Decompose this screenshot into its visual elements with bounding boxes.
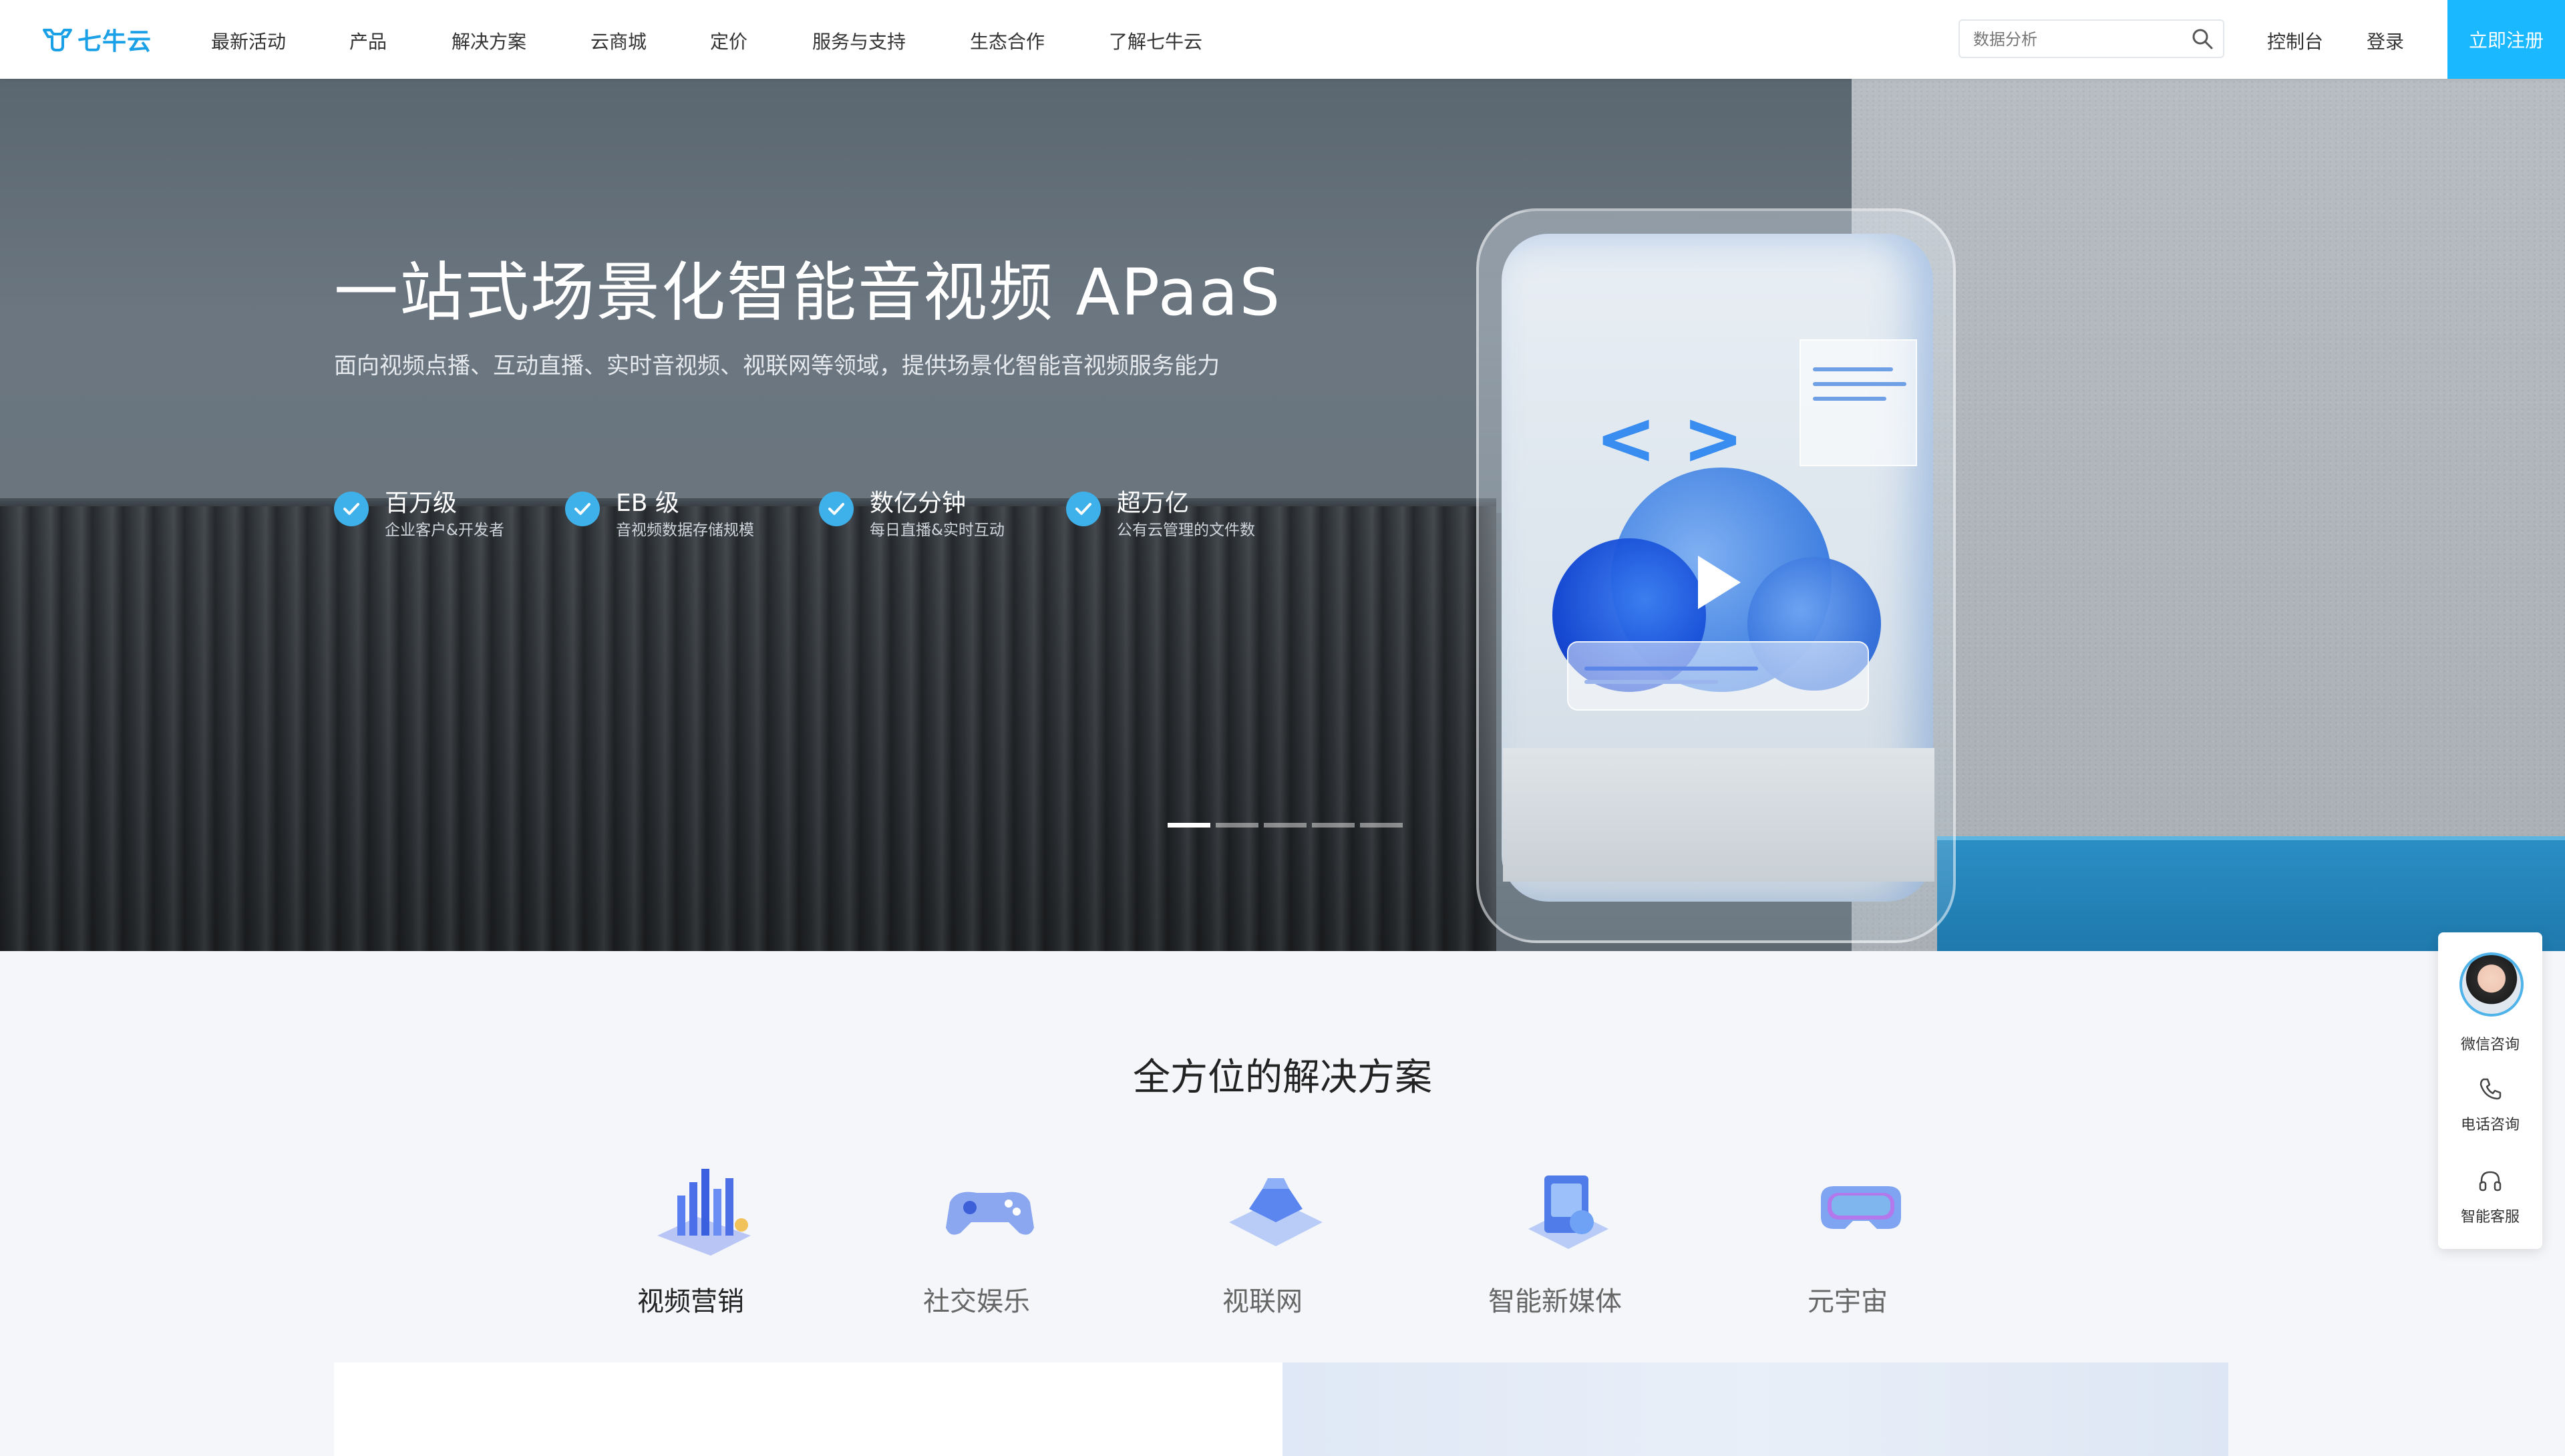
feature-title: 超万亿 [1117,490,1190,517]
smart-service-label[interactable]: 智能客服 [2438,1205,2542,1226]
car-iot-icon [1229,1178,1323,1246]
feature-desc: 企业客户&开发者 [385,522,504,539]
carousel-dot[interactable] [1168,823,1210,828]
search-input[interactable] [1972,21,2188,58]
nav-latest-activities[interactable]: 最新活动 [211,27,286,54]
check-icon [819,492,854,526]
nav-cloud-market[interactable]: 云商城 [590,27,647,54]
hero-subtitle: 面向视频点播、互动直播、实时音视频、视联网等领域，提供场景化智能音视频服务能力 [334,353,1220,379]
headset-icon[interactable] [2477,1167,2504,1194]
nav-about[interactable]: 了解七牛云 [1109,27,1202,54]
consult-float-panel: 微信咨询 电话咨询 智能客服 [2438,932,2542,1249]
qiniu-logo[interactable]: 七牛云 [41,24,152,55]
solution-label: 智能新媒体 [1488,1286,1622,1317]
solution-tab-video-marketing[interactable]: 视频营销 [604,1155,778,1329]
nav-products[interactable]: 产品 [349,27,387,54]
solution-tab-metaverse[interactable]: 元宇宙 [1761,1155,1934,1329]
nav-solutions[interactable]: 解决方案 [452,27,526,54]
check-icon [1066,492,1101,526]
video-marketing-icon [657,1169,751,1256]
smart-media-icon [1528,1175,1608,1249]
solution-tab-social-entertainment[interactable]: 社交娱乐 [890,1155,1063,1329]
wechat-consult-label[interactable]: 微信咨询 [2438,1033,2542,1054]
feature-desc: 每日直播&实时互动 [870,522,1005,539]
nav-ecosystem[interactable]: 生态合作 [970,27,1045,54]
nav-pricing[interactable]: 定价 [710,27,747,54]
search-icon[interactable] [2191,27,2214,50]
game-controller-icon [946,1192,1034,1235]
feature-title: 百万级 [385,490,458,517]
logo-icon [43,29,72,51]
search-box [1958,19,2224,58]
vr-headset-icon [1821,1186,1901,1229]
phone-consult-label[interactable]: 电话咨询 [2438,1113,2542,1134]
feature-desc: 音视频数据存储规模 [616,522,754,539]
carousel-dot[interactable] [1312,823,1355,828]
solutions-title: 全方位的解决方案 [1133,1056,1432,1099]
check-icon [334,492,369,526]
feature-title: EB 级 [616,490,679,517]
console-link[interactable]: 控制台 [2267,27,2323,54]
solution-tab-smart-media[interactable]: 智能新媒体 [1468,1155,1642,1329]
check-icon [565,492,600,526]
carousel-dot[interactable] [1216,823,1258,828]
carousel-dot[interactable] [1360,823,1403,828]
solution-label: 元宇宙 [1808,1286,1888,1317]
carousel-dot[interactable] [1264,823,1307,828]
register-button[interactable]: 立即注册 [2447,0,2565,79]
illustration-progress-card [1567,641,1869,711]
feature-title: 数亿分钟 [870,490,967,517]
hero-ribbed-wall [0,506,1496,951]
illustration-text-card [1800,339,1917,466]
solution-tab-video-iot[interactable]: 视联网 [1176,1155,1349,1329]
solution-label: 视频营销 [637,1286,744,1317]
login-link[interactable]: 登录 [2367,27,2404,54]
carousel-indicators [1168,823,1408,828]
nav-service-support[interactable]: 服务与支持 [812,27,906,54]
play-icon[interactable] [1698,556,1741,609]
solution-label: 社交娱乐 [923,1286,1030,1317]
customer-service-avatar[interactable] [2459,952,2524,1017]
top-navbar: 七牛云 最新活动 产品 解决方案 云商城 定价 服务与支持 生态合作 了解七牛云… [0,0,2565,79]
hero-title: 一站式场景化智能音视频 APaaS [334,255,1282,330]
phone-icon[interactable] [2477,1075,2504,1102]
device-base [1503,748,1934,882]
solution-label: 视联网 [1222,1286,1303,1317]
solution-detail-image [1282,1362,2228,1456]
logo-text: 七牛云 [77,28,152,55]
solution-detail-card [334,1362,2228,1456]
hero-textured-wall [1852,79,2565,951]
feature-desc: 公有云管理的文件数 [1117,522,1255,539]
